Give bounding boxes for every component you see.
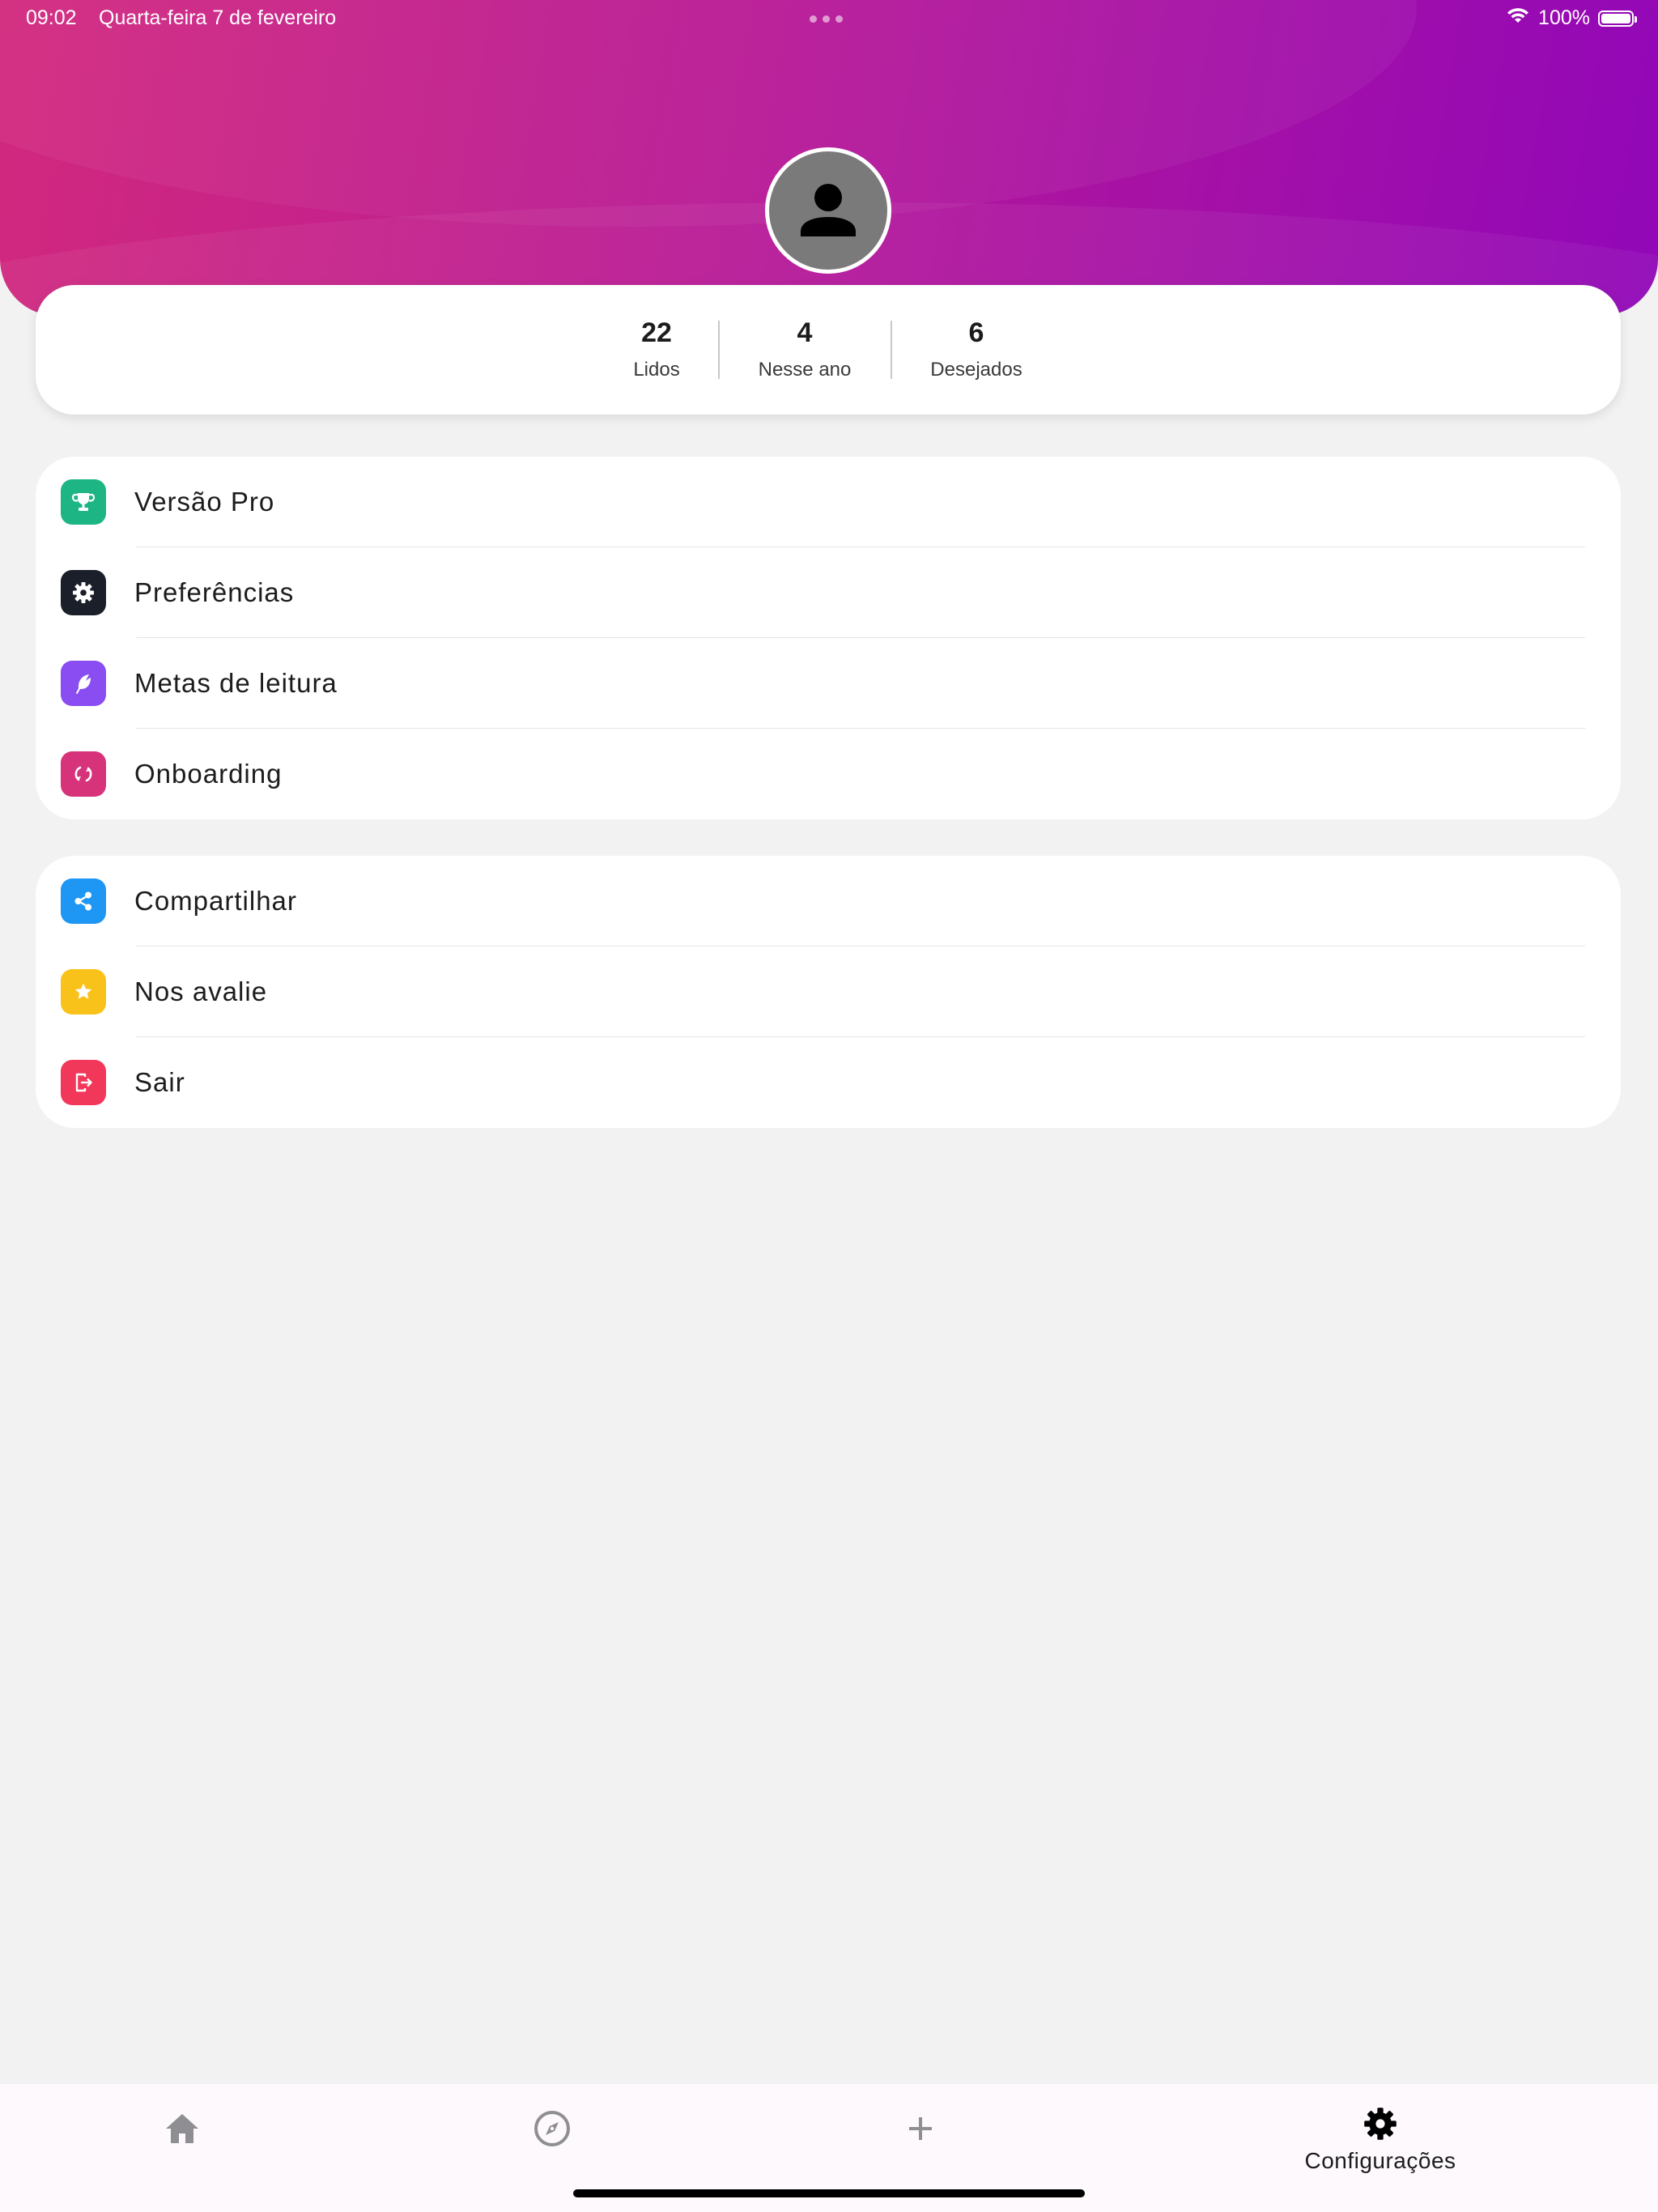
tab-settings-label: Configurações [1304, 2148, 1456, 2173]
menu-card-secondary: Compartilhar Nos avalie Sair [36, 856, 1621, 1128]
compass-icon [534, 2111, 570, 2146]
tab-settings[interactable]: Configurações [1279, 2084, 1482, 2184]
menu-item-label: Preferências [134, 577, 295, 607]
stat-value: 22 [641, 317, 672, 348]
menu-item-rate-us[interactable]: Nos avalie [36, 946, 1621, 1037]
trophy-icon [61, 479, 106, 525]
menu-item-label: Sair [134, 1067, 185, 1097]
menu-item-label: Onboarding [134, 759, 283, 789]
logout-icon [61, 1060, 106, 1105]
home-indicator[interactable] [573, 2189, 1085, 2197]
status-bar: 09:02 Quarta-feira 7 de fevereiro 100% [0, 0, 1658, 39]
stat-read: 22 Lidos [576, 317, 738, 381]
stat-divider [891, 321, 892, 379]
star-icon [61, 969, 106, 1015]
stat-divider [718, 321, 720, 379]
stat-wishlist: 6 Desejados [895, 317, 1057, 381]
refresh-icon [61, 751, 106, 797]
menu-item-pro-version[interactable]: Versão Pro [36, 457, 1621, 547]
menu-item-logout[interactable]: Sair [36, 1037, 1621, 1128]
multitasking-dots-icon[interactable] [810, 15, 843, 23]
menu-item-label: Versão Pro [134, 487, 275, 517]
status-time: 09:02 [26, 6, 77, 29]
person-icon [801, 184, 856, 236]
menu-item-preferences[interactable]: Preferências [36, 547, 1621, 638]
battery-percent: 100% [1538, 6, 1590, 29]
avatar[interactable] [765, 147, 891, 274]
home-icon [166, 2114, 198, 2143]
stat-this-year: 4 Nesse ano [724, 317, 886, 381]
gear-icon [61, 570, 106, 615]
tab-add[interactable] [884, 2084, 957, 2173]
gear-icon [1364, 2108, 1397, 2140]
tab-home[interactable] [146, 2084, 219, 2173]
stat-label: Desejados [930, 359, 1022, 381]
stat-label: Lidos [633, 359, 680, 381]
battery-icon [1598, 10, 1637, 27]
plus-icon [909, 2117, 932, 2140]
menu-item-label: Nos avalie [134, 976, 268, 1006]
stat-value: 4 [797, 317, 813, 348]
wifi-icon [1506, 6, 1530, 30]
stat-label: Nesse ano [758, 359, 852, 381]
menu-item-label: Metas de leitura [134, 668, 338, 698]
feather-icon [61, 661, 106, 706]
stats-card: 22 Lidos 4 Nesse ano 6 Desejados [36, 285, 1621, 415]
menu-item-reading-goals[interactable]: Metas de leitura [36, 638, 1621, 729]
tab-explore[interactable] [516, 2084, 589, 2173]
menu-item-share[interactable]: Compartilhar [36, 856, 1621, 946]
menu-item-onboarding[interactable]: Onboarding [36, 729, 1621, 819]
stat-value: 6 [968, 317, 984, 348]
status-date: Quarta-feira 7 de fevereiro [99, 6, 337, 29]
menu-card-main: Versão Pro Preferências Metas de leitura… [36, 457, 1621, 819]
share-icon [61, 878, 106, 924]
menu-item-label: Compartilhar [134, 886, 297, 916]
